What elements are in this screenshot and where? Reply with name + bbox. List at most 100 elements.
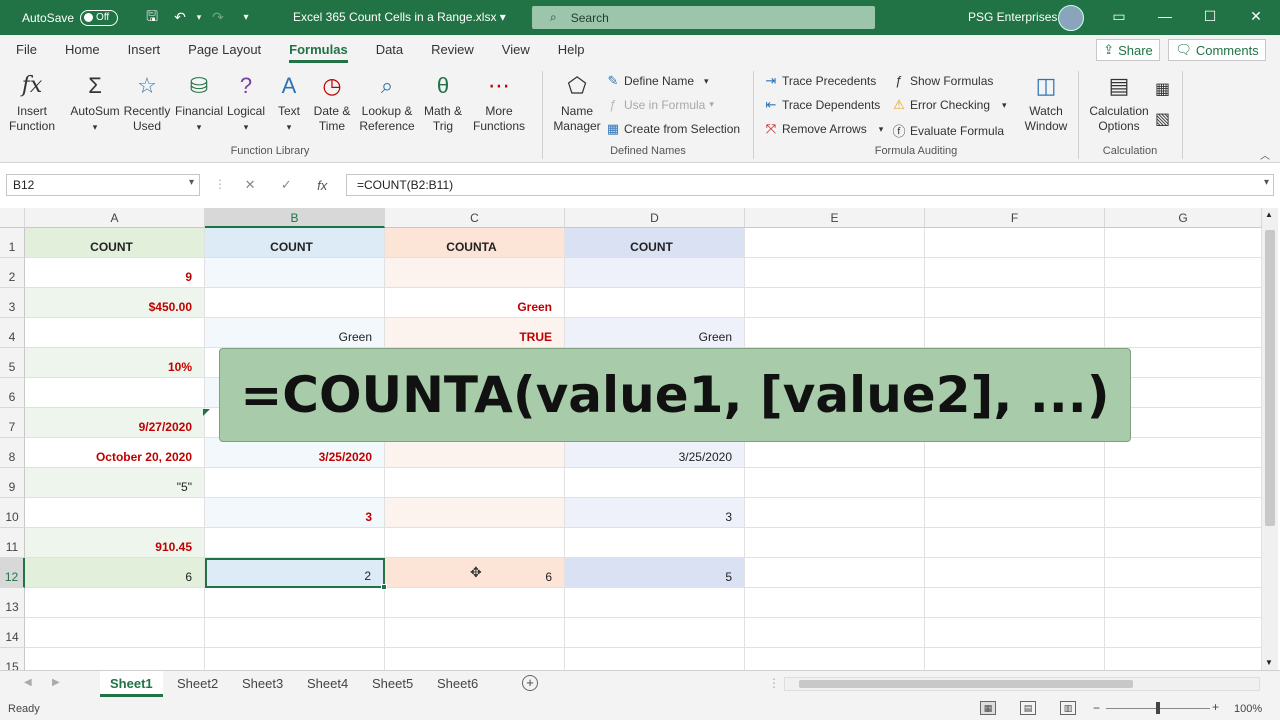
zoom-slider-thumb[interactable] <box>1156 702 1160 714</box>
cell-g10[interactable] <box>1105 498 1262 528</box>
cell-c9[interactable] <box>385 468 565 498</box>
calculate-now-button[interactable]: ▦ <box>1155 79 1170 99</box>
cell-a3[interactable]: $450.00 <box>25 288 205 318</box>
cell-f9[interactable] <box>925 468 1105 498</box>
cell-b11[interactable] <box>205 528 385 558</box>
minimize-icon[interactable]: — <box>1155 8 1175 24</box>
cell-d3[interactable] <box>565 288 745 318</box>
cell-c4[interactable]: TRUE <box>385 318 565 348</box>
row-header-14[interactable]: 14 <box>0 618 25 648</box>
fx-icon[interactable]: fx <box>317 178 327 193</box>
cell-e12[interactable] <box>745 558 925 588</box>
cell-a5[interactable]: 10% <box>25 348 205 378</box>
cell-b15[interactable] <box>205 648 385 670</box>
cell-c10[interactable] <box>385 498 565 528</box>
cell-b8[interactable]: 3/25/2020 <box>205 438 385 468</box>
trace-precedents-button[interactable]: ⇥ Trace Precedents <box>764 73 877 89</box>
error-checking-button[interactable]: ⚠ Error Checking ▾ <box>892 97 1006 113</box>
cell-d8[interactable]: 3/25/2020 <box>565 438 745 468</box>
autosum-button[interactable]: Σ AutoSum ▾ <box>66 70 124 135</box>
use-in-formula-button[interactable]: ƒ Use in Formula ▾ <box>606 97 714 112</box>
normal-view-icon[interactable]: ▦ <box>980 701 996 715</box>
drag-handle-icon[interactable]: ⋮ <box>214 177 226 191</box>
tab-data[interactable]: Data <box>362 35 417 65</box>
cell-e1[interactable] <box>745 228 925 258</box>
cell-a7[interactable]: 9/27/2020 <box>25 408 205 438</box>
cell-f8[interactable] <box>925 438 1105 468</box>
cell-f11[interactable] <box>925 528 1105 558</box>
zoom-out-icon[interactable]: − <box>1093 701 1100 715</box>
column-header-g[interactable]: G <box>1105 208 1262 228</box>
column-header-c[interactable]: C <box>385 208 565 228</box>
cell-d13[interactable] <box>565 588 745 618</box>
share-button[interactable]: ⇪ Share <box>1096 39 1160 61</box>
avatar[interactable] <box>1058 5 1084 31</box>
ribbon-display-icon[interactable]: ▭ <box>1109 8 1129 25</box>
user-name[interactable]: PSG Enterprises <box>968 10 1057 24</box>
tab-file[interactable]: File <box>2 35 51 65</box>
scrollbar-thumb[interactable] <box>799 680 1133 688</box>
row-header-7[interactable]: 7 <box>0 408 25 438</box>
cell-a10[interactable] <box>25 498 205 528</box>
cell-e13[interactable] <box>745 588 925 618</box>
row-header-13[interactable]: 13 <box>0 588 25 618</box>
cell-f13[interactable] <box>925 588 1105 618</box>
enter-icon[interactable]: ✓ <box>281 177 292 193</box>
sheet-tab-3[interactable]: Sheet3 <box>232 671 293 697</box>
cell-d1[interactable]: COUNT <box>565 228 745 258</box>
collapse-ribbon-icon[interactable]: ︿ <box>1260 147 1270 162</box>
column-header-e[interactable]: E <box>745 208 925 228</box>
row-header-5[interactable]: 5 <box>0 348 25 378</box>
cell-d14[interactable] <box>565 618 745 648</box>
define-name-button[interactable]: ✎ Define Name ▾ <box>606 73 709 89</box>
cell-a9[interactable]: "5" <box>25 468 205 498</box>
cell-c13[interactable] <box>385 588 565 618</box>
row-header-3[interactable]: 3 <box>0 288 25 318</box>
cell-b9[interactable] <box>205 468 385 498</box>
cell-e8[interactable] <box>745 438 925 468</box>
cell-f10[interactable] <box>925 498 1105 528</box>
cell-f4[interactable] <box>925 318 1105 348</box>
tab-home[interactable]: Home <box>51 35 114 65</box>
tab-insert[interactable]: Insert <box>114 35 175 65</box>
cell-g8[interactable] <box>1105 438 1262 468</box>
more-functions-button[interactable]: ⋯ More Functions <box>466 70 532 134</box>
cell-b10[interactable]: 3 <box>205 498 385 528</box>
cell-c2[interactable] <box>385 258 565 288</box>
cell-g3[interactable] <box>1105 288 1262 318</box>
column-header-f[interactable]: F <box>925 208 1105 228</box>
cell-a12[interactable]: 6 <box>25 558 205 588</box>
sheet-tab-5[interactable]: Sheet5 <box>362 671 423 697</box>
column-header-d[interactable]: D <box>565 208 745 228</box>
row-header-12[interactable]: 12 <box>0 558 25 588</box>
tab-view[interactable]: View <box>488 35 544 65</box>
autosave[interactable]: AutoSave Off <box>22 9 119 26</box>
tab-review[interactable]: Review <box>417 35 488 65</box>
sheet-tab-1[interactable]: Sheet1 <box>100 671 163 697</box>
page-layout-view-icon[interactable]: ▤ <box>1020 701 1036 715</box>
search-box[interactable]: ⌕ Search <box>532 6 875 29</box>
select-all-corner[interactable] <box>0 208 25 228</box>
prev-sheet-icon[interactable]: ◀ <box>24 677 32 688</box>
cell-g11[interactable] <box>1105 528 1262 558</box>
next-sheet-icon[interactable]: ▶ <box>52 677 60 688</box>
financial-button[interactable]: ⛁ Financial ▾ <box>172 70 226 135</box>
page-break-view-icon[interactable]: ▥ <box>1060 701 1076 715</box>
cell-c1[interactable]: COUNTA <box>385 228 565 258</box>
cell-e9[interactable] <box>745 468 925 498</box>
cell-e3[interactable] <box>745 288 925 318</box>
file-name[interactable]: Excel 365 Count Cells in a Range.xlsx ▾ <box>293 10 506 24</box>
logical-button[interactable]: ? Logical ▾ <box>224 70 268 135</box>
cell-b2[interactable] <box>205 258 385 288</box>
cell-a4[interactable] <box>25 318 205 348</box>
row-header-9[interactable]: 9 <box>0 468 25 498</box>
cell-a13[interactable] <box>25 588 205 618</box>
remove-arrows-button[interactable]: ⤧ Remove Arrows ▾ <box>764 121 883 137</box>
cell-c11[interactable] <box>385 528 565 558</box>
create-from-selection-button[interactable]: ▦ Create from Selection <box>606 121 740 137</box>
cell-d12[interactable]: 5 <box>565 558 745 588</box>
cell-g9[interactable] <box>1105 468 1262 498</box>
zoom-in-icon[interactable]: + <box>1212 700 1219 714</box>
horizontal-scrollbar[interactable] <box>784 677 1260 691</box>
cell-g12[interactable] <box>1105 558 1262 588</box>
